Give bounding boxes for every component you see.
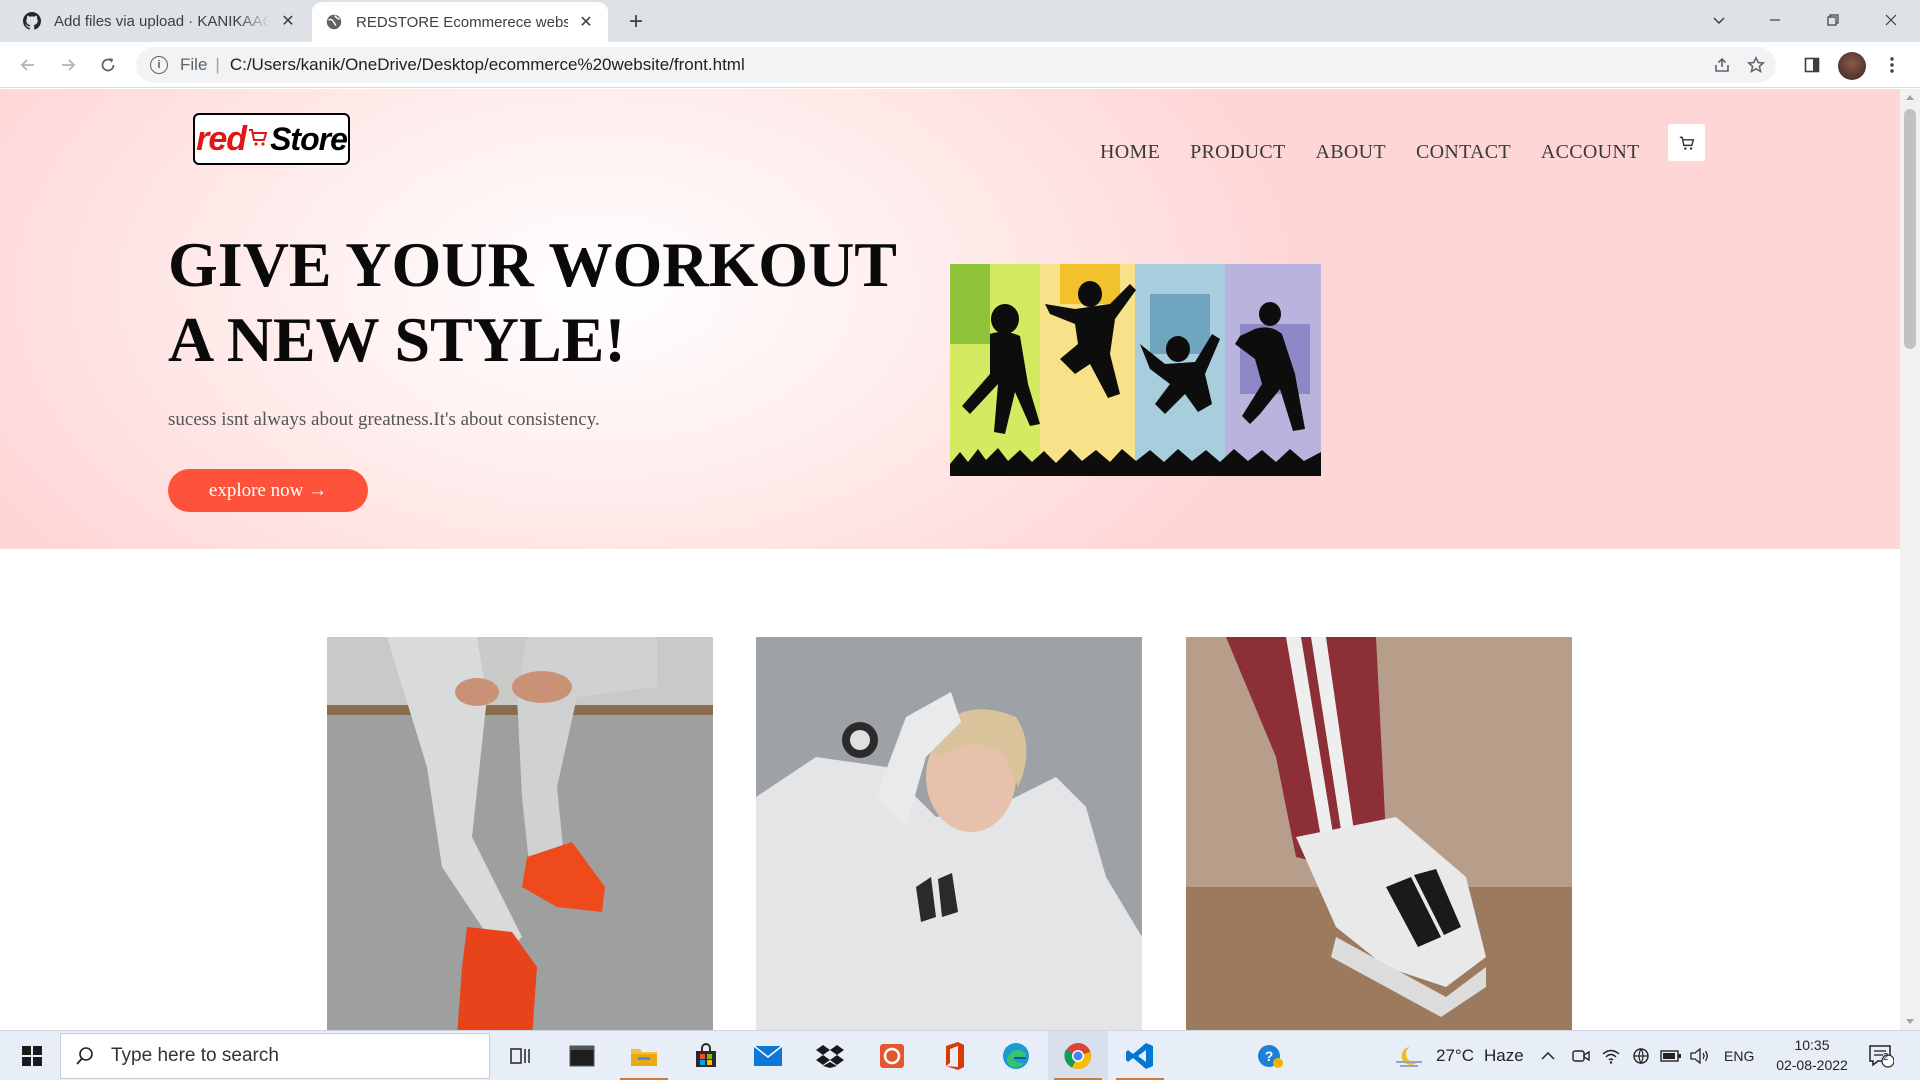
page-viewport: red Store HOME PRODUCT ABOUT CONTACT ACC… xyxy=(0,89,1900,1030)
address-bar[interactable]: i File | C:/Users/kanik/OneDrive/Desktop… xyxy=(136,47,1776,83)
logo-cart-icon xyxy=(248,127,268,152)
scrollbar-thumb[interactable] xyxy=(1904,109,1916,349)
forward-arrow-icon[interactable] xyxy=(54,51,82,79)
menu-product[interactable]: PRODUCT xyxy=(1190,141,1285,164)
chrome-icon[interactable] xyxy=(1048,1031,1108,1080)
file-explorer-icon[interactable] xyxy=(614,1031,674,1080)
battery-icon[interactable] xyxy=(1660,1031,1682,1080)
help-icon[interactable]: ? xyxy=(1240,1031,1300,1080)
address-separator: | xyxy=(215,55,220,74)
clock-time: 10:35 xyxy=(1794,1037,1830,1053)
tab-title: REDSTORE Ecommerece website xyxy=(356,13,568,31)
product-image-white-hoodie[interactable] xyxy=(756,637,1142,1030)
svg-text:?: ? xyxy=(1265,1048,1274,1064)
side-panel-icon[interactable] xyxy=(1798,51,1826,79)
reload-icon[interactable] xyxy=(94,51,122,79)
taskbar-clock[interactable]: 10:35 02-08-2022 xyxy=(1762,1035,1862,1075)
close-window-icon[interactable] xyxy=(1868,0,1914,40)
vscode-icon[interactable] xyxy=(1110,1031,1170,1080)
weather-temp: 27°C xyxy=(1436,1046,1474,1065)
dropbox-icon[interactable] xyxy=(800,1031,860,1080)
tab-title: Add files via upload · KANIKAAGG xyxy=(54,12,270,30)
logo-text-red: red xyxy=(196,119,247,158)
cart-button[interactable] xyxy=(1668,124,1705,161)
browser-toolbar: i File | C:/Users/kanik/OneDrive/Desktop… xyxy=(0,42,1920,88)
globe-icon xyxy=(324,12,344,32)
terminal-app-icon[interactable] xyxy=(552,1031,612,1080)
wifi-icon[interactable] xyxy=(1602,1031,1620,1080)
volume-icon[interactable] xyxy=(1690,1031,1710,1080)
weather-haze-icon xyxy=(1396,1047,1422,1067)
network-icon[interactable] xyxy=(1632,1031,1652,1080)
office-icon[interactable] xyxy=(924,1031,984,1080)
edge-icon[interactable] xyxy=(986,1031,1046,1080)
language-indicator[interactable]: ENG xyxy=(1724,1031,1754,1080)
product-image-striped-sneaker[interactable] xyxy=(1186,637,1572,1030)
bookmark-star-icon[interactable] xyxy=(1742,47,1770,83)
page-scrollbar[interactable] xyxy=(1900,89,1920,1030)
main-menu: HOME PRODUCT ABOUT CONTACT ACCOUNT xyxy=(1100,141,1670,164)
mail-icon[interactable] xyxy=(738,1031,798,1080)
logo-text-store: Store xyxy=(270,120,348,157)
back-arrow-icon[interactable] xyxy=(14,51,42,79)
clock-date: 02-08-2022 xyxy=(1776,1057,1848,1073)
windows-taskbar: Type here to search ? 27°C Haze ENG 10:3… xyxy=(0,1030,1920,1080)
tab-redstore[interactable]: REDSTORE Ecommerece website ✕ xyxy=(312,2,608,42)
task-view-icon[interactable] xyxy=(490,1031,550,1080)
hero-jumping-silhouettes-image xyxy=(950,264,1321,476)
search-icon xyxy=(76,1047,93,1065)
hero-title: GIVE YOUR WORKOUT A NEW STYLE! xyxy=(168,229,896,375)
tray-overflow-chevron-icon[interactable] xyxy=(1540,1031,1556,1080)
hero-tagline: sucess isnt always about greatness.It's … xyxy=(168,409,600,430)
explore-now-button[interactable]: explore now → xyxy=(168,469,368,512)
product-image-orange-sneakers[interactable] xyxy=(327,637,713,1030)
hero-section: red Store HOME PRODUCT ABOUT CONTACT ACC… xyxy=(0,89,1900,549)
weather-widget[interactable]: 27°C Haze xyxy=(1396,1031,1524,1080)
cart-icon xyxy=(1679,136,1694,150)
new-tab-button[interactable]: + xyxy=(622,8,650,36)
scroll-down-icon[interactable] xyxy=(1906,1019,1914,1024)
menu-home[interactable]: HOME xyxy=(1100,141,1160,164)
tab-github-upload[interactable]: Add files via upload · KANIKAAGG ✕ xyxy=(10,0,310,42)
windows-start-icon[interactable] xyxy=(12,1031,52,1080)
minimize-icon[interactable] xyxy=(1752,0,1798,40)
menu-about[interactable]: ABOUT xyxy=(1316,141,1386,164)
github-icon xyxy=(22,11,42,31)
scheme-label: File xyxy=(180,55,208,74)
more-menu-icon[interactable] xyxy=(1878,51,1906,79)
notification-count: 2 xyxy=(1883,1052,1889,1063)
meet-now-icon[interactable] xyxy=(1572,1031,1590,1080)
info-icon[interactable]: i xyxy=(150,56,168,74)
close-icon[interactable]: ✕ xyxy=(576,12,596,32)
weather-condition: Haze xyxy=(1483,1046,1524,1065)
taskbar-search[interactable]: Type here to search xyxy=(60,1033,490,1079)
url-text: C:/Users/kanik/OneDrive/Desktop/ecommerc… xyxy=(229,55,745,74)
office-hub-icon[interactable] xyxy=(862,1031,922,1080)
menu-contact[interactable]: CONTACT xyxy=(1416,141,1511,164)
tab-search-chevron-icon[interactable] xyxy=(1696,0,1742,40)
scroll-up-icon[interactable] xyxy=(1906,95,1914,100)
close-icon[interactable]: ✕ xyxy=(278,11,298,31)
search-placeholder: Type here to search xyxy=(111,1045,279,1066)
menu-account[interactable]: ACCOUNT xyxy=(1541,141,1640,164)
tab-strip: Add files via upload · KANIKAAGG ✕ REDST… xyxy=(0,0,1920,42)
notification-center-icon[interactable]: 2 xyxy=(1866,1041,1896,1071)
share-icon[interactable] xyxy=(1708,47,1736,83)
profile-avatar[interactable] xyxy=(1838,52,1866,80)
microsoft-store-icon[interactable] xyxy=(676,1031,736,1080)
redstore-logo[interactable]: red Store xyxy=(193,113,350,165)
restore-icon[interactable] xyxy=(1810,0,1856,40)
